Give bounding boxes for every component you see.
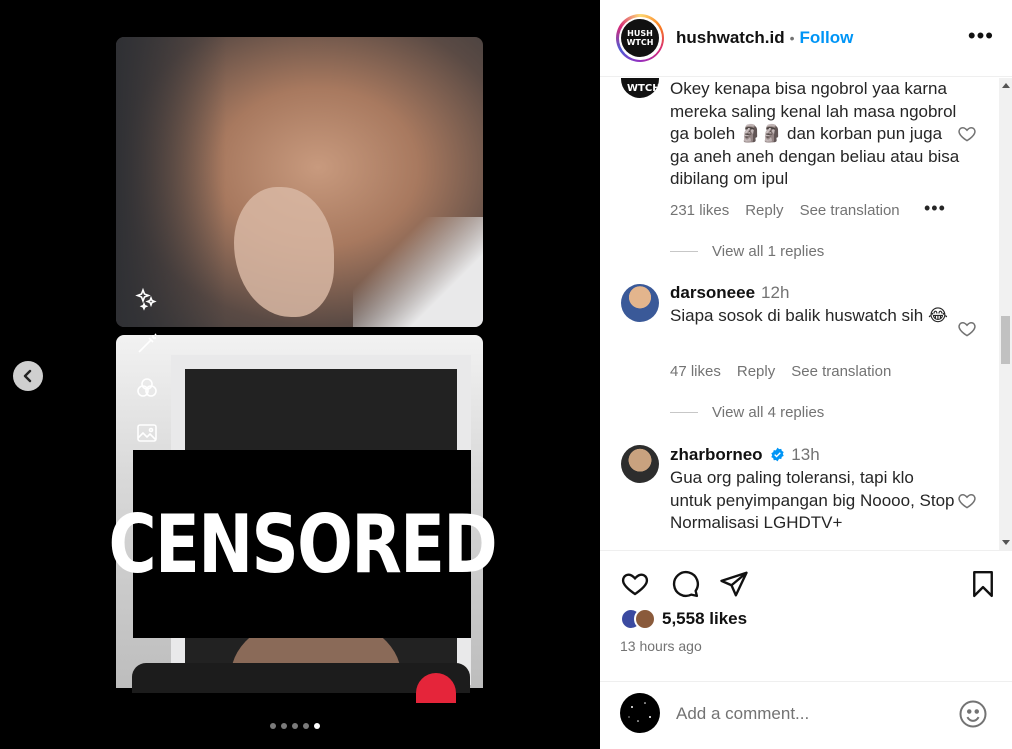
comment-like-heart-icon[interactable] — [957, 319, 977, 339]
shirt-image — [353, 217, 483, 327]
comment-username[interactable]: darsoneee — [670, 283, 755, 302]
emoji-icon[interactable] — [958, 699, 988, 729]
carousel-indicator — [270, 723, 320, 729]
scroll-up-icon[interactable] — [1002, 83, 1010, 88]
comment-text: Okey kenapa bisa ngobrol yaa karna merek… — [670, 79, 960, 188]
scroll-down-icon[interactable] — [1002, 540, 1010, 545]
carousel-dot — [270, 723, 276, 729]
carousel-dot — [292, 723, 298, 729]
comment-meta: 231 likes Reply See translation — [670, 202, 900, 219]
comment-time: 13h — [791, 445, 820, 464]
share-paper-plane-icon[interactable] — [719, 569, 749, 599]
save-bookmark-icon[interactable] — [968, 569, 998, 599]
comment-likes[interactable]: 47 likes — [670, 363, 721, 380]
hand-image — [234, 187, 334, 317]
post-side-panel: HUSH WTCH hushwatch.id • Follow ••• WTCH… — [600, 0, 1012, 749]
comments-scrollbar[interactable] — [999, 78, 1012, 550]
author-username[interactable]: hushwatch.id — [676, 28, 785, 48]
carousel-dot-active — [314, 723, 320, 729]
post-header: HUSH WTCH hushwatch.id • Follow ••• — [600, 0, 1012, 77]
reply-button[interactable]: Reply — [745, 202, 783, 219]
follow-button[interactable]: Follow — [800, 28, 854, 48]
liker-avatar — [634, 608, 656, 630]
color-filter-icon — [135, 376, 159, 400]
view-replies-button[interactable]: View all 1 replies — [670, 243, 824, 260]
comment-likes[interactable]: 231 likes — [670, 202, 729, 219]
comments-list[interactable]: WTCH Okey kenapa bisa ngobrol yaa karna … — [600, 78, 1012, 550]
pillow-shade — [116, 37, 226, 327]
commenter-avatar-darsoneee[interactable] — [621, 284, 659, 322]
comment-time: 12h — [761, 283, 790, 302]
current-user-avatar — [620, 693, 660, 733]
verified-badge-icon — [771, 447, 784, 462]
carousel-dot — [303, 723, 309, 729]
reply-button[interactable]: Reply — [737, 363, 775, 380]
comment-input[interactable] — [676, 702, 936, 726]
call-control-bar — [132, 663, 470, 703]
add-comment-bar — [600, 681, 1012, 749]
comment-like-heart-icon[interactable] — [957, 491, 977, 511]
commenter-avatar[interactable]: WTCH — [621, 78, 659, 98]
comment-meta: 47 likes Reply See translation — [670, 363, 891, 380]
comment-like-heart-icon[interactable] — [957, 124, 977, 144]
see-translation-button[interactable]: See translation — [791, 363, 891, 380]
separator-dot: • — [789, 30, 795, 46]
post-media: CENSORED — [0, 0, 600, 749]
comment-body: zharborneo 13h — [670, 444, 960, 467]
commenter-avatar-zharborneo[interactable] — [621, 445, 659, 483]
comment-options-icon[interactable]: ••• — [924, 198, 946, 219]
see-translation-button[interactable]: See translation — [800, 202, 900, 219]
comment-text: Siapa sosok di balik huswatch sih 😂 — [670, 306, 948, 325]
video-call-top-frame — [116, 37, 483, 327]
comment-text: Gua org paling toleransi, tapi klo untuk… — [670, 468, 955, 532]
like-heart-icon[interactable] — [620, 569, 650, 599]
more-options-icon[interactable]: ••• — [968, 25, 994, 47]
comment-username[interactable]: zharborneo — [670, 445, 763, 464]
image-adjust-icon — [135, 421, 159, 445]
censored-block: CENSORED — [108, 450, 497, 638]
likes-count[interactable]: 5,558 likes — [662, 609, 747, 629]
carousel-dot — [281, 723, 287, 729]
author-avatar[interactable]: HUSH WTCH — [616, 14, 664, 62]
carousel-prev-button[interactable] — [13, 361, 43, 391]
magic-wand-icon — [135, 332, 159, 356]
comment-bubble-icon[interactable] — [670, 569, 700, 599]
comment-body: darsoneee 12h — [670, 282, 960, 305]
chevron-left-icon — [23, 369, 32, 383]
hushwatch-logo: HUSH WTCH — [621, 19, 659, 57]
scrollbar-thumb[interactable] — [1001, 316, 1010, 364]
view-replies-button[interactable]: View all 4 replies — [670, 404, 824, 421]
post-timestamp: 13 hours ago — [620, 638, 702, 654]
sparkle-icon — [135, 287, 159, 311]
censored-text: CENSORED — [108, 497, 497, 591]
likes-summary[interactable]: 5,558 likes — [620, 608, 747, 630]
end-call-icon — [416, 673, 456, 703]
